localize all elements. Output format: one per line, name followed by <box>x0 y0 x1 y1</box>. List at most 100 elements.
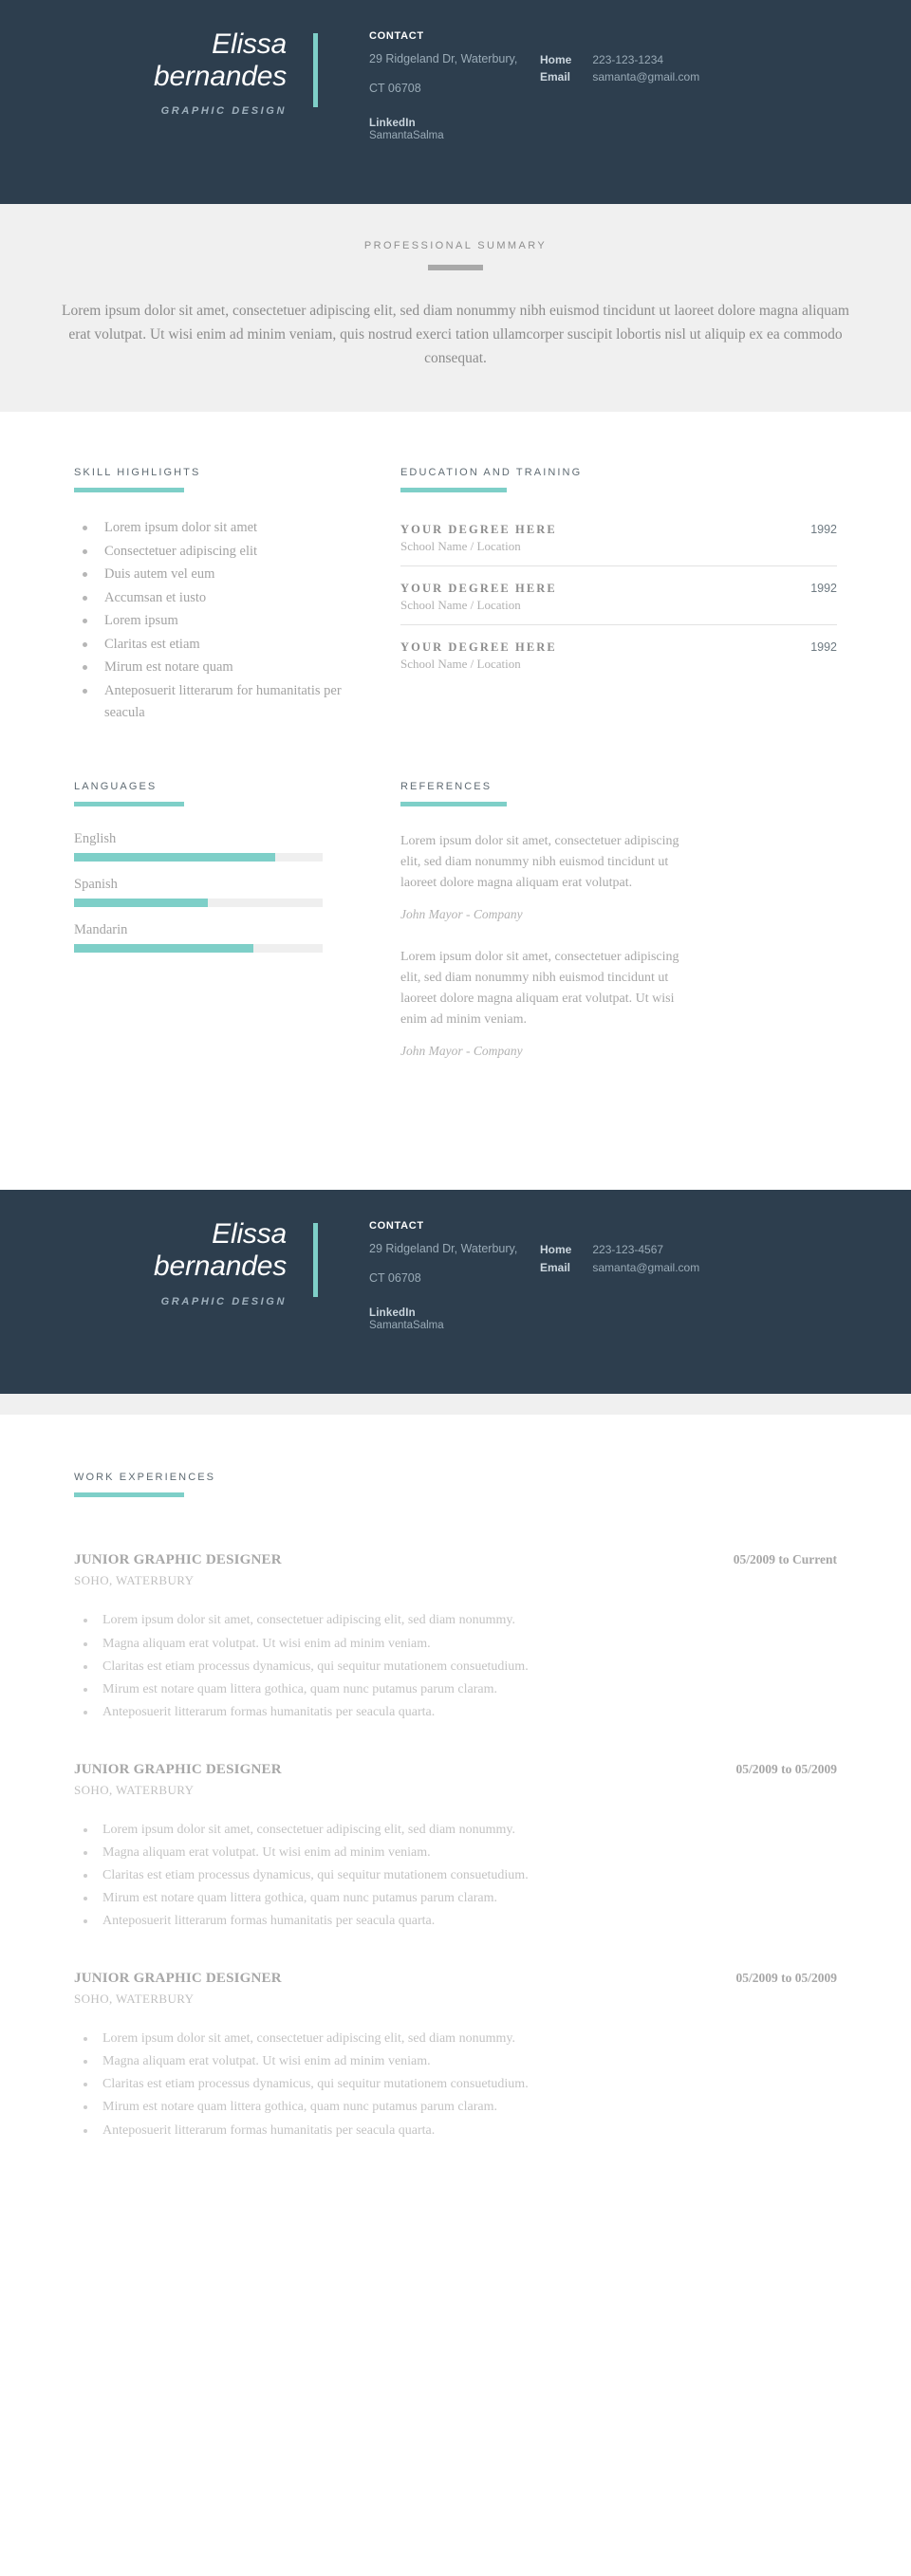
contact-meta-column: Home Email 223-123-1234 samanta@gmail.co… <box>540 30 699 141</box>
education-entry-row: YOUR DEGREE HERE 1992 <box>400 582 837 596</box>
list-item: Anteposuerit litterarum formas humanitat… <box>74 2120 837 2142</box>
education-year: 1992 <box>810 523 837 537</box>
languages-list: English Spanish Mandarin <box>74 831 344 953</box>
summary-heading: PROFESSIONAL SUMMARY <box>363 240 548 251</box>
linkedin-value: SamantaSalma <box>369 129 444 141</box>
summary-underline <box>428 265 483 270</box>
resume-page-2: Elissa bernandes GRAPHIC DESIGN CONTACT … <box>0 1190 911 2332</box>
contact-meta-keys: Home Email <box>540 51 571 141</box>
contact-address-column: CONTACT 29 Ridgeland Dr, Waterbury, CT 0… <box>369 1220 540 1331</box>
candidate-name: Elissa bernandes <box>0 1218 287 1282</box>
contact-linkedin[interactable]: LinkedIn SamantaSalma <box>369 118 540 141</box>
education-school: School Name / Location <box>400 598 521 613</box>
contact-heading: CONTACT <box>369 1220 424 1232</box>
list-item: Mirum est notare quam littera gothica, q… <box>74 2096 837 2119</box>
contact-meta-key: Home <box>540 53 572 66</box>
language-level-fill <box>74 852 276 862</box>
list-item: Lorem ipsum <box>74 610 344 632</box>
candidate-role: GRAPHIC DESIGN <box>160 1295 287 1307</box>
header-identity: Elissa bernandes GRAPHIC DESIGN <box>0 28 313 117</box>
linkedin-label: LinkedIn <box>369 1307 416 1320</box>
contact-heading: CONTACT <box>369 30 424 42</box>
languages-heading: LANGUAGES <box>74 780 158 792</box>
list-item: Lorem ipsum dolor sit amet, consectetuer… <box>74 2028 837 2050</box>
job-bullet-list: Lorem ipsum dolor sit amet, consectetuer… <box>74 1819 837 1933</box>
language-name: Spanish <box>74 876 118 892</box>
list-item: Magna aliquam erat volutpat. Ut wisi eni… <box>74 2050 837 2073</box>
list-item: Claritas est etiam <box>74 634 344 656</box>
list-item: Consectetuer adipiscing elit <box>74 541 344 563</box>
list-item: Anteposuerit litterarum for humanitatis … <box>74 680 344 725</box>
job-entry: JUNIOR GRAPHIC DESIGNER 05/2009 to 05/20… <box>74 1971 837 2141</box>
education-entry: YOUR DEGREE HERE 1992 School Name / Loca… <box>400 565 837 624</box>
job-header-row: JUNIOR GRAPHIC DESIGNER 05/2009 to 05/20… <box>74 1762 837 1778</box>
job-bullet-list: Lorem ipsum dolor sit amet, consectetuer… <box>74 1609 837 1723</box>
page1-spacer <box>74 1084 837 1190</box>
candidate-last-name: bernandes <box>154 1251 287 1283</box>
reference-text: Lorem ipsum dolor sit amet, consectetuer… <box>400 950 679 1028</box>
references-section: REFERENCES Lorem ipsum dolor sit amet, c… <box>378 781 837 1084</box>
language-name: English <box>74 830 117 846</box>
reference-author: John Mayor - Company <box>400 907 523 922</box>
contact-meta-key: Email <box>540 70 571 84</box>
list-item: Mirum est notare quam littera gothica, q… <box>74 1887 837 1910</box>
work-underline <box>74 1492 184 1498</box>
upper-columns: SKILL HIGHLIGHTS Lorem ipsum dolor sit a… <box>74 467 837 725</box>
page2-band <box>0 1394 911 1416</box>
education-entry-row: YOUR DEGREE HERE 1992 <box>400 640 837 655</box>
contact-meta-key: Home <box>540 1243 572 1257</box>
job-location: SOHO, WATERBURY <box>74 1782 195 1797</box>
work-heading: WORK EXPERIENCES <box>74 1472 216 1484</box>
reference-author: John Mayor - Company <box>400 1044 523 1059</box>
job-header-row: JUNIOR GRAPHIC DESIGNER 05/2009 to Curre… <box>74 1552 837 1568</box>
job-dates: 05/2009 to Current <box>733 1552 837 1567</box>
language-level-fill <box>74 898 209 907</box>
contact-linkedin[interactable]: LinkedIn SamantaSalma <box>369 1307 540 1331</box>
references-underline <box>400 801 507 806</box>
references-heading: REFERENCES <box>400 780 493 792</box>
languages-section: LANGUAGES English Spanish Mandarin <box>74 781 378 1084</box>
candidate-last-name: bernandes <box>154 60 287 92</box>
language-level-track <box>74 943 323 953</box>
list-item: Claritas est etiam processus dynamicus, … <box>74 2073 837 2096</box>
list-item: Magna aliquam erat volutpat. Ut wisi eni… <box>74 1633 837 1656</box>
linkedin-label: LinkedIn <box>369 117 416 129</box>
contact-phone-value[interactable]: 223-123-1234 <box>592 51 699 68</box>
resume-page-1: Elissa bernandes GRAPHIC DESIGN CONTACT … <box>0 0 911 1191</box>
work-experience-section: WORK EXPERIENCES JUNIOR GRAPHIC DESIGNER… <box>0 1415 911 2331</box>
education-degree: YOUR DEGREE HERE <box>400 640 557 655</box>
list-item: Mirum est notare quam <box>74 657 344 678</box>
list-item: Lorem ipsum dolor sit amet, consectetuer… <box>74 1819 837 1842</box>
list-item: Claritas est etiam processus dynamicus, … <box>74 1864 837 1887</box>
contact-email-value[interactable]: samanta@gmail.com <box>592 68 699 85</box>
reference-text: Lorem ipsum dolor sit amet, consectetuer… <box>400 833 679 890</box>
references-list: Lorem ipsum dolor sit amet, consectetuer… <box>400 831 837 1060</box>
skills-underline <box>74 488 184 493</box>
language-item: Spanish <box>74 877 344 907</box>
education-year: 1992 <box>810 582 837 596</box>
languages-underline <box>74 801 184 806</box>
contact-email-value[interactable]: samanta@gmail.com <box>592 1259 699 1276</box>
education-degree: YOUR DEGREE HERE <box>400 523 557 537</box>
contact-address-line1: 29 Ridgeland Dr, Waterbury, <box>369 1242 518 1256</box>
list-item: Duis autem vel eum <box>74 564 344 585</box>
header-contact-block: CONTACT 29 Ridgeland Dr, Waterbury, CT 0… <box>318 28 911 141</box>
contact-phone-value[interactable]: 223-123-4567 <box>592 1241 699 1258</box>
education-entry: YOUR DEGREE HERE 1992 School Name / Loca… <box>400 515 837 565</box>
list-item: Lorem ipsum dolor sit amet, consectetuer… <box>74 1609 837 1632</box>
lower-columns: LANGUAGES English Spanish Mandarin REFER… <box>74 726 837 1084</box>
skills-heading: SKILL HIGHLIGHTS <box>74 467 201 479</box>
education-year: 1992 <box>810 640 837 655</box>
contact-meta-keys: Home Email <box>540 1241 571 1331</box>
education-entry-row: YOUR DEGREE HERE 1992 <box>400 523 837 537</box>
header-identity: Elissa bernandes GRAPHIC DESIGN <box>0 1218 313 1307</box>
job-location: SOHO, WATERBURY <box>74 1573 195 1588</box>
job-title: JUNIOR GRAPHIC DESIGNER <box>74 1552 282 1568</box>
education-degree: YOUR DEGREE HERE <box>400 582 557 596</box>
language-name: Mandarin <box>74 921 128 937</box>
job-title: JUNIOR GRAPHIC DESIGNER <box>74 1761 282 1777</box>
resume-header-page2: Elissa bernandes GRAPHIC DESIGN CONTACT … <box>0 1190 911 1395</box>
list-item: Magna aliquam erat volutpat. Ut wisi eni… <box>74 1842 837 1864</box>
education-underline <box>400 488 507 493</box>
list-item: Accumsan et iusto <box>74 587 344 609</box>
